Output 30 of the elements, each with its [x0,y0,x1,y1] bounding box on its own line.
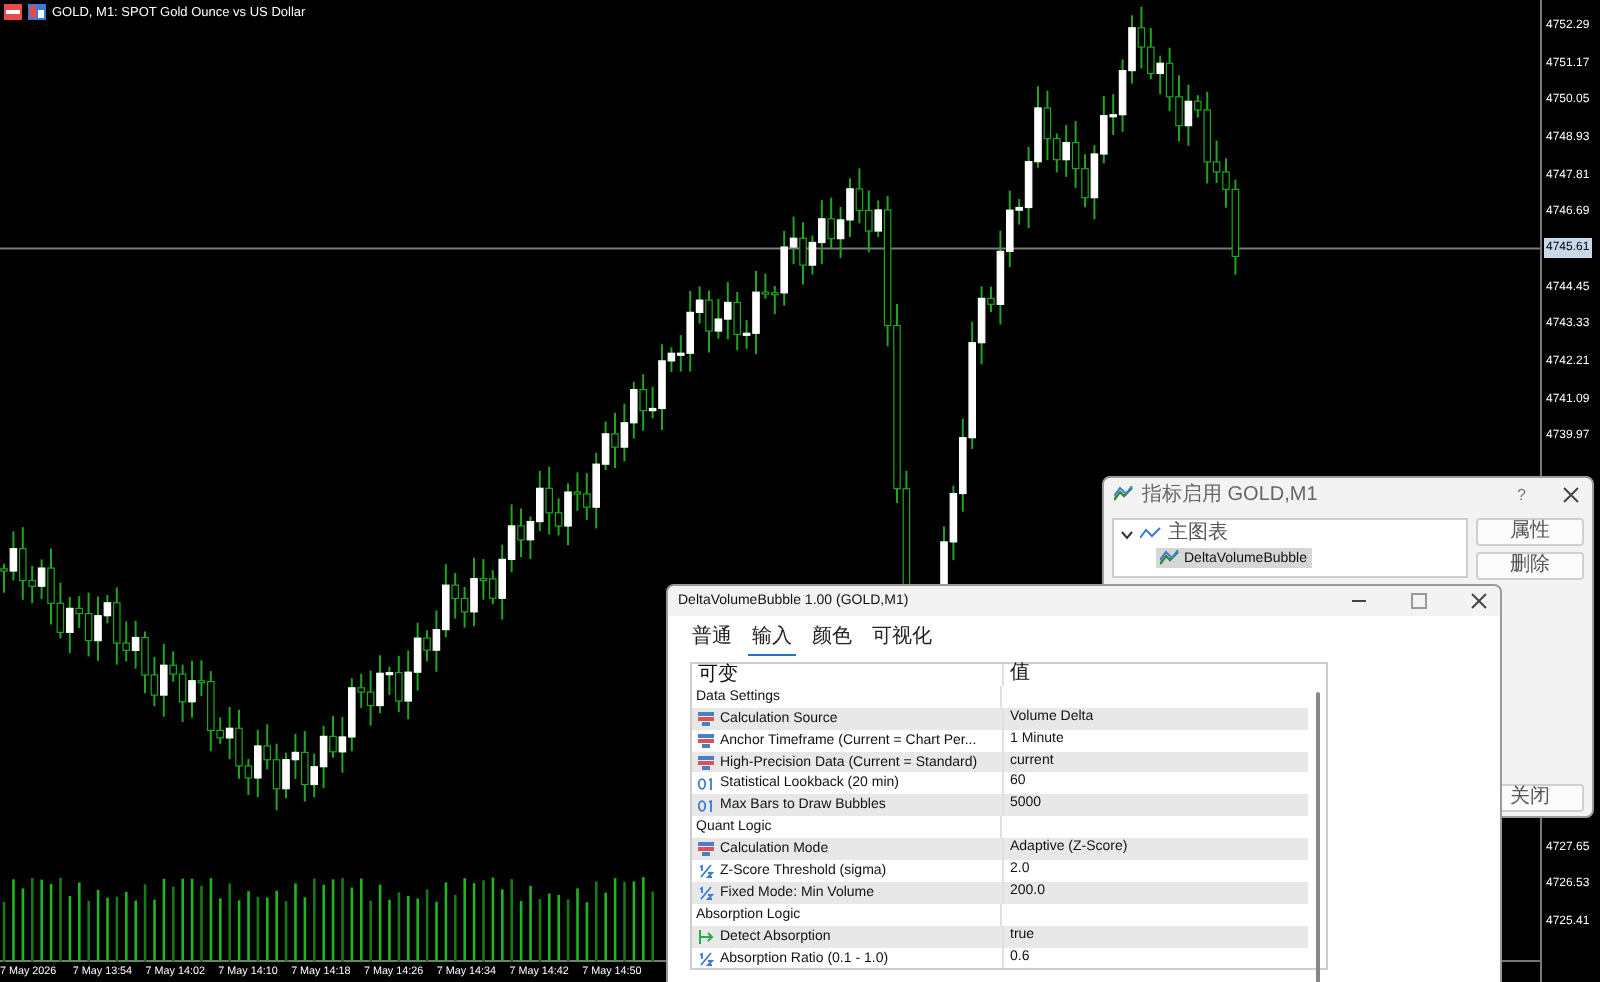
arrow-icon [698,929,714,944]
digits-icon [698,799,714,812]
chart-line-icon [1140,526,1162,542]
close-icon[interactable] [1562,485,1580,503]
list-icon [698,755,714,769]
column-header: 值 [1008,664,1032,686]
close-icon[interactable] [1470,592,1488,610]
indicator-icon [1114,486,1134,502]
dialog-button[interactable]: 属性 [1476,518,1584,546]
tab[interactable]: 普通 [688,622,736,656]
dialog-button[interactable]: 删除 [1476,552,1584,580]
list-icon [698,711,714,726]
fraction-icon [698,885,714,900]
indicator-icon [1160,550,1180,566]
tab[interactable]: 可视化 [868,622,936,656]
flag-icon[interactable] [4,4,22,20]
caret-icon[interactable] [1120,529,1134,539]
fraction-icon [698,863,714,878]
list-icon [698,842,714,857]
dialog-title: 指标启用 GOLD,M1 [1142,481,1318,508]
tab[interactable]: 输入 [748,622,796,656]
list-icon [698,733,714,748]
fraction-icon [698,951,714,966]
digits-icon [698,777,714,790]
tab[interactable]: 颜色 [808,622,856,656]
tree-item[interactable]: 主图表 [1168,522,1228,546]
chart-icon[interactable] [28,4,46,20]
maximize-icon[interactable] [1410,592,1428,610]
scrollbar[interactable] [1316,692,1320,982]
help-button[interactable]: ? [1517,485,1554,503]
